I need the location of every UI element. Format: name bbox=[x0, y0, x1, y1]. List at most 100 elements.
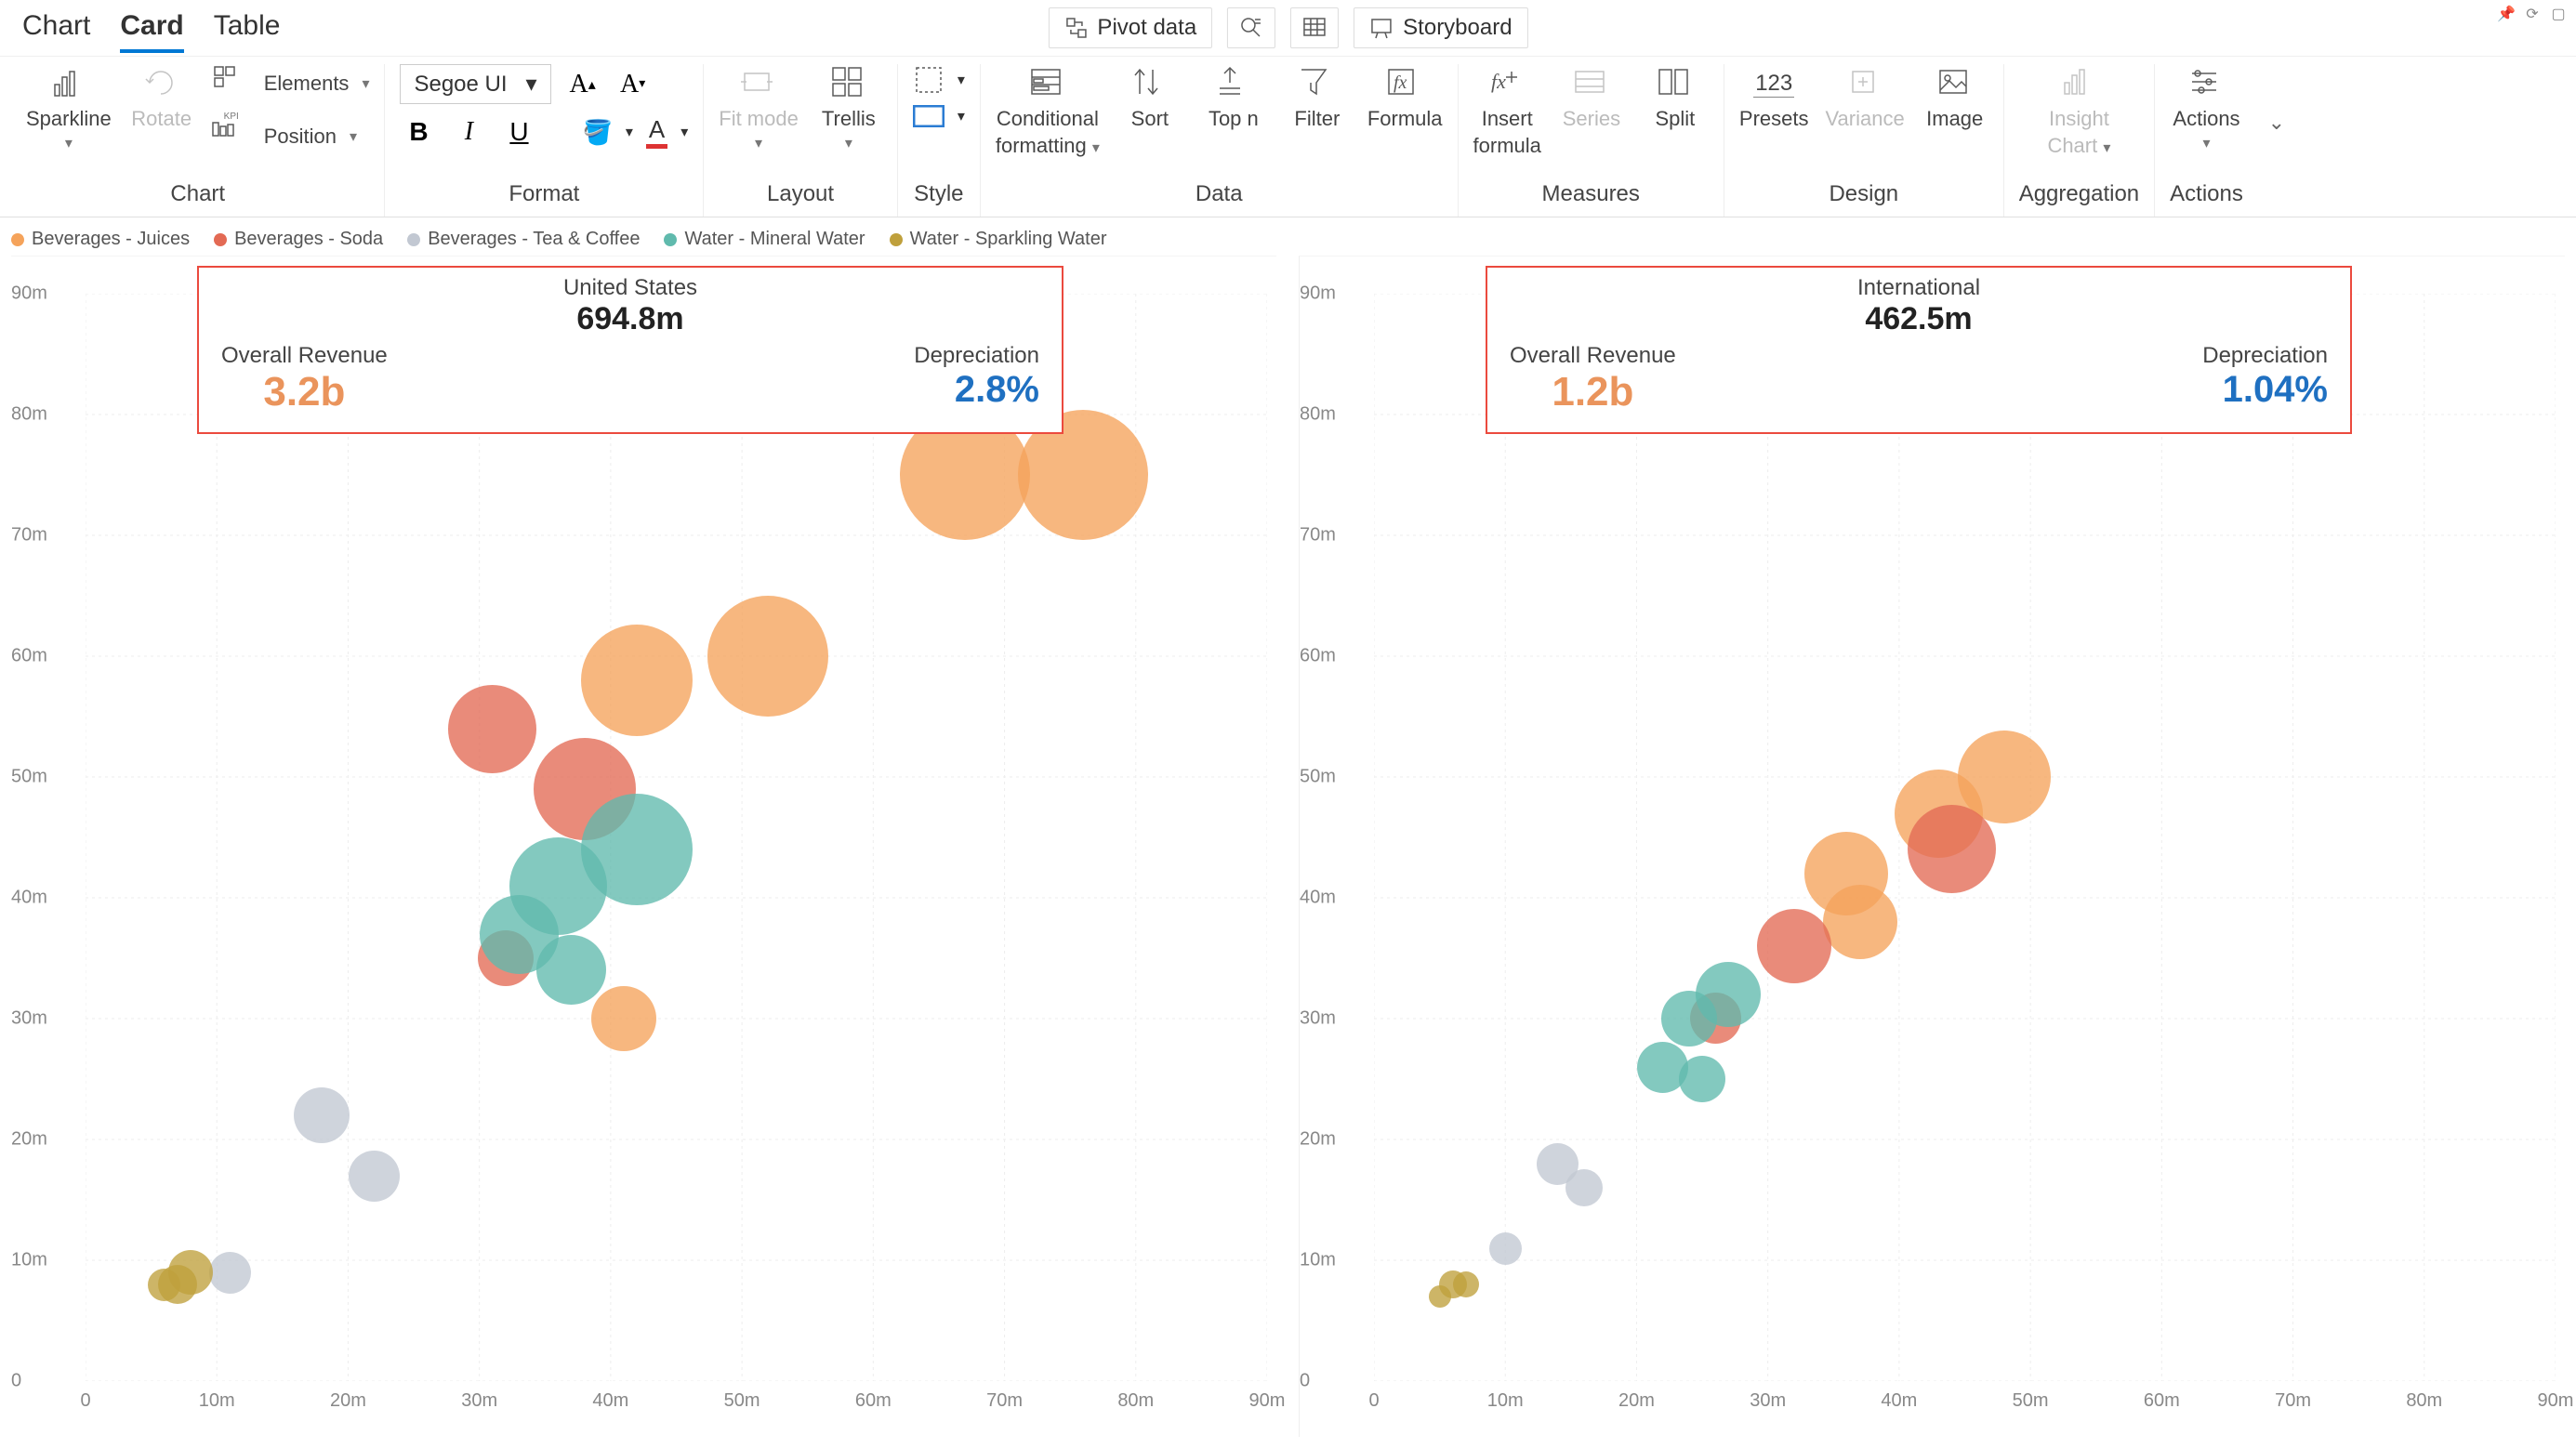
bubble[interactable] bbox=[581, 625, 693, 736]
elements-icon bbox=[212, 64, 251, 103]
storyboard-button[interactable]: Storyboard bbox=[1354, 7, 1527, 48]
legend-item[interactable]: Beverages - Soda bbox=[214, 229, 383, 250]
info-card: United States694.8mOverall Revenue3.2bDe… bbox=[197, 266, 1063, 434]
fill-color-button[interactable]: 🪣▾ bbox=[582, 118, 632, 147]
x-tick: 30m bbox=[1750, 1390, 1786, 1412]
legend-dot bbox=[664, 233, 677, 246]
fill-style-button[interactable]: ▾ bbox=[913, 105, 965, 127]
trellis-button[interactable]: Trellis ▾ bbox=[815, 64, 882, 152]
bubble[interactable] bbox=[1661, 991, 1717, 1047]
x-tick: 50m bbox=[724, 1390, 760, 1412]
presets-button[interactable]: 123 Presets bbox=[1739, 64, 1809, 130]
split-icon bbox=[1656, 64, 1695, 103]
chevron-down-icon: ▾ bbox=[958, 71, 965, 89]
decrease-font-button[interactable]: A▾ bbox=[614, 66, 652, 103]
pin-icon[interactable]: 📌 bbox=[2496, 4, 2517, 24]
fit-mode-button: Fit mode ▾ bbox=[719, 64, 799, 152]
pivot-data-button[interactable]: Pivot data bbox=[1048, 7, 1212, 48]
rotate-label: Rotate bbox=[131, 107, 192, 130]
topn-icon bbox=[1214, 64, 1253, 103]
legend-label: Beverages - Juices bbox=[32, 229, 190, 250]
card-region: International bbox=[1510, 275, 2328, 301]
insight-icon bbox=[2059, 64, 2098, 103]
cf-label2: formatting bbox=[996, 134, 1087, 157]
insight-chart-button: Insight Chart ▾ bbox=[2045, 64, 2112, 158]
bubble[interactable] bbox=[294, 1087, 350, 1143]
refresh-icon[interactable]: ⟳ bbox=[2522, 4, 2543, 24]
image-button[interactable]: Image bbox=[1922, 64, 1988, 130]
insert-formula-label1: Insert bbox=[1482, 107, 1533, 130]
bubble[interactable] bbox=[349, 1151, 400, 1202]
sort-button[interactable]: Sort bbox=[1116, 64, 1183, 130]
chevron-down-icon: ▾ bbox=[2103, 140, 2110, 156]
sparkline-button[interactable]: Sparkline ▾ bbox=[26, 64, 112, 152]
group-label-chart: Chart bbox=[170, 176, 225, 217]
bubble[interactable] bbox=[707, 596, 828, 717]
maximize-icon[interactable]: ▢ bbox=[2548, 4, 2569, 24]
legend-item[interactable]: Water - Mineral Water bbox=[664, 229, 865, 250]
y-tick: 90m bbox=[11, 283, 47, 305]
legend-item[interactable]: Beverages - Tea & Coffee bbox=[407, 229, 640, 250]
increase-font-button[interactable]: A▴ bbox=[564, 66, 601, 103]
bubble[interactable] bbox=[209, 1252, 251, 1294]
fill-rect-icon bbox=[913, 105, 945, 127]
ribbon-collapse-button[interactable]: ⌄ bbox=[2258, 64, 2295, 135]
bubble[interactable] bbox=[1489, 1232, 1522, 1265]
bubble[interactable] bbox=[1679, 1056, 1725, 1102]
x-tick: 90m bbox=[2538, 1390, 2574, 1412]
y-tick: 60m bbox=[1300, 646, 1336, 667]
card-amount: 462.5m bbox=[1510, 301, 2328, 337]
image-label: Image bbox=[1926, 107, 1983, 130]
elements-button[interactable]: Elements ▾ bbox=[212, 64, 370, 103]
chevron-down-icon: ▾ bbox=[1092, 140, 1100, 156]
position-button[interactable]: KPI Position ▾ bbox=[212, 112, 370, 161]
tab-card[interactable]: Card bbox=[120, 3, 183, 53]
tab-chart[interactable]: Chart bbox=[22, 3, 90, 53]
y-tick: 0 bbox=[11, 1371, 21, 1392]
bubble[interactable] bbox=[591, 986, 656, 1051]
chevron-down-icon: ▾ bbox=[526, 71, 537, 98]
bubble[interactable] bbox=[1453, 1271, 1479, 1297]
table-icon bbox=[1302, 16, 1327, 40]
bubble[interactable] bbox=[1429, 1285, 1451, 1308]
bubble[interactable] bbox=[536, 935, 606, 1005]
underline-button[interactable]: U bbox=[500, 113, 537, 151]
insert-formula-button[interactable]: fx Insert formula bbox=[1473, 64, 1541, 158]
font-color-button[interactable]: A▾ bbox=[646, 115, 688, 149]
y-axis: 90m80m70m60m50m40m30m20m10m0 bbox=[11, 294, 76, 1381]
top-n-button[interactable]: Top n bbox=[1200, 64, 1267, 130]
bubble[interactable] bbox=[448, 685, 536, 773]
plot-area[interactable] bbox=[86, 294, 1267, 1381]
formula-button[interactable]: fx Formula bbox=[1367, 64, 1443, 130]
chevron-down-icon: ▾ bbox=[680, 123, 688, 141]
legend-item[interactable]: Beverages - Juices bbox=[11, 229, 190, 250]
bubble[interactable] bbox=[1908, 805, 1996, 893]
chevron-down-icon: ▾ bbox=[845, 134, 852, 152]
bubble[interactable] bbox=[1757, 909, 1831, 983]
plot-area[interactable] bbox=[1374, 294, 2556, 1381]
ribbon-group-data: Conditional formatting ▾ Sort Top n Filt… bbox=[981, 64, 1459, 217]
border-style-button[interactable]: ▾ bbox=[913, 64, 965, 96]
split-button[interactable]: Split bbox=[1642, 64, 1709, 130]
chevron-down-icon: ▾ bbox=[626, 123, 633, 141]
bold-button[interactable]: B bbox=[400, 113, 437, 151]
data-table-button[interactable] bbox=[1290, 7, 1339, 48]
overall-revenue-value: 1.2b bbox=[1552, 369, 1633, 415]
bubble[interactable] bbox=[148, 1269, 180, 1301]
font-family-select[interactable]: Segoe UI ▾ bbox=[400, 64, 550, 104]
actions-button[interactable]: Actions ▾ bbox=[2173, 64, 2239, 152]
window-controls: 📌 ⟳ ▢ bbox=[2496, 4, 2569, 24]
chart-panel-us: United States694.8mOverall Revenue3.2bDe… bbox=[11, 256, 1276, 1437]
filter-button[interactable]: Filter bbox=[1284, 64, 1351, 130]
ribbon-group-aggregation: Insight Chart ▾ Aggregation bbox=[2004, 64, 2155, 217]
legend-item[interactable]: Water - Sparkling Water bbox=[890, 229, 1107, 250]
magnify-filter-button[interactable] bbox=[1227, 7, 1275, 48]
italic-button[interactable]: I bbox=[450, 113, 487, 151]
chart-panel-intl: International462.5mOverall Revenue1.2bDe… bbox=[1299, 256, 2565, 1437]
bubble[interactable] bbox=[1565, 1169, 1603, 1206]
bubble[interactable] bbox=[1823, 885, 1897, 959]
conditional-formatting-button[interactable]: Conditional formatting ▾ bbox=[996, 64, 1100, 158]
tab-table[interactable]: Table bbox=[214, 3, 281, 53]
position-label: Position bbox=[264, 125, 337, 148]
depreciation-label: Depreciation bbox=[914, 343, 1039, 369]
